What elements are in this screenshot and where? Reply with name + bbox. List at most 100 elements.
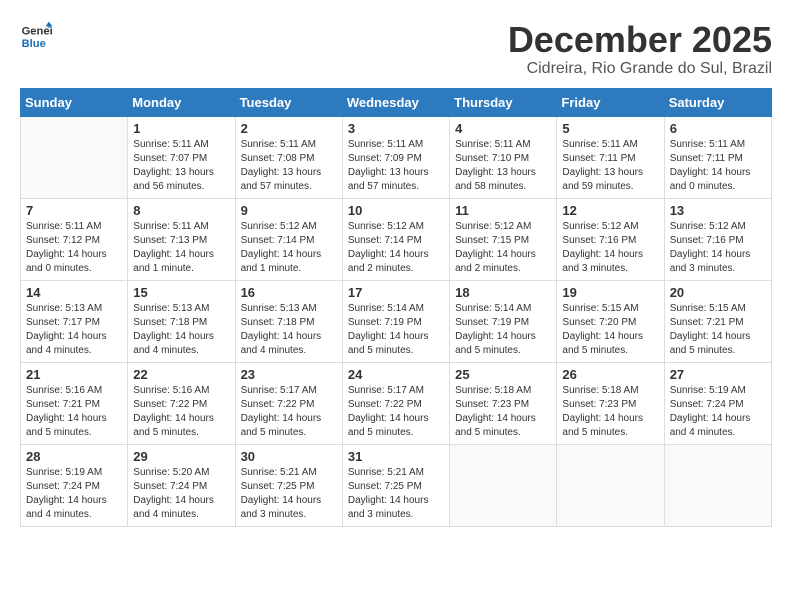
- day-info: Sunrise: 5:13 AM Sunset: 7:18 PM Dayligh…: [133, 302, 229, 358]
- weekday-header-saturday: Saturday: [664, 88, 771, 116]
- calendar-day-cell: 4 Sunrise: 5:11 AM Sunset: 7:10 PM Daylig…: [450, 116, 557, 198]
- calendar-day-cell: 7Sunrise: 5:11 AM Sunset: 7:12 PM Daylig…: [21, 198, 128, 280]
- day-number: 17: [348, 285, 444, 300]
- day-number: 15: [133, 285, 229, 300]
- day-number: 23: [241, 367, 337, 382]
- day-info: Sunrise: 5:11 AM Sunset: 7:11 PM Dayligh…: [562, 138, 658, 194]
- day-number: 9: [241, 203, 337, 218]
- day-info: Sunrise: 5:12 AM Sunset: 7:16 PM Dayligh…: [670, 220, 766, 276]
- calendar-day-cell: [21, 116, 128, 198]
- day-info: Sunrise: 5:19 AM Sunset: 7:24 PM Dayligh…: [670, 384, 766, 440]
- calendar-day-cell: 27 Sunrise: 5:19 AM Sunset: 7:24 PM Dayli…: [664, 362, 771, 444]
- month-title: December 2025: [508, 20, 772, 60]
- weekday-header-wednesday: Wednesday: [342, 88, 449, 116]
- day-number: 27: [670, 367, 766, 382]
- calendar-day-cell: 22 Sunrise: 5:16 AM Sunset: 7:22 PM Dayli…: [128, 362, 235, 444]
- day-number: 12: [562, 203, 658, 218]
- calendar-week-row: 28 Sunrise: 5:19 AM Sunset: 7:24 PM Dayli…: [21, 444, 772, 526]
- location-title: Cidreira, Rio Grande do Sul, Brazil: [508, 60, 772, 78]
- day-number: 29: [133, 449, 229, 464]
- day-number: 22: [133, 367, 229, 382]
- day-number: 28: [26, 449, 122, 464]
- calendar-day-cell: 13Sunrise: 5:12 AM Sunset: 7:16 PM Dayli…: [664, 198, 771, 280]
- calendar-day-cell: 20 Sunrise: 5:15 AM Sunset: 7:21 PM Dayli…: [664, 280, 771, 362]
- calendar-week-row: 1 Sunrise: 5:11 AM Sunset: 7:07 PM Daylig…: [21, 116, 772, 198]
- day-number: 19: [562, 285, 658, 300]
- calendar-day-cell: 5 Sunrise: 5:11 AM Sunset: 7:11 PM Daylig…: [557, 116, 664, 198]
- day-info: Sunrise: 5:21 AM Sunset: 7:25 PM Dayligh…: [348, 466, 444, 522]
- day-number: 25: [455, 367, 551, 382]
- day-number: 20: [670, 285, 766, 300]
- calendar-day-cell: 16Sunrise: 5:13 AM Sunset: 7:18 PM Dayli…: [235, 280, 342, 362]
- day-info: Sunrise: 5:18 AM Sunset: 7:23 PM Dayligh…: [562, 384, 658, 440]
- day-info: Sunrise: 5:20 AM Sunset: 7:24 PM Dayligh…: [133, 466, 229, 522]
- svg-text:General: General: [22, 25, 52, 37]
- calendar-table: SundayMondayTuesdayWednesdayThursdayFrid…: [20, 88, 772, 527]
- day-number: 24: [348, 367, 444, 382]
- day-info: Sunrise: 5:15 AM Sunset: 7:21 PM Dayligh…: [670, 302, 766, 358]
- day-number: 2: [241, 121, 337, 136]
- page-header: General Blue December 2025 Cidreira, Rio…: [20, 20, 772, 78]
- calendar-day-cell: 25 Sunrise: 5:18 AM Sunset: 7:23 PM Dayli…: [450, 362, 557, 444]
- calendar-day-cell: 14 Sunrise: 5:13 AM Sunset: 7:17 PM Dayli…: [21, 280, 128, 362]
- calendar-week-row: 14 Sunrise: 5:13 AM Sunset: 7:17 PM Dayli…: [21, 280, 772, 362]
- logo-icon: General Blue: [20, 20, 52, 52]
- weekday-header-tuesday: Tuesday: [235, 88, 342, 116]
- day-info: Sunrise: 5:11 AM Sunset: 7:07 PM Dayligh…: [133, 138, 229, 194]
- day-number: 30: [241, 449, 337, 464]
- logo: General Blue: [20, 20, 52, 52]
- day-info: Sunrise: 5:11 AM Sunset: 7:13 PM Dayligh…: [133, 220, 229, 276]
- calendar-day-cell: 18 Sunrise: 5:14 AM Sunset: 7:19 PM Dayli…: [450, 280, 557, 362]
- calendar-day-cell: 6Sunrise: 5:11 AM Sunset: 7:11 PM Daylig…: [664, 116, 771, 198]
- calendar-day-cell: 31 Sunrise: 5:21 AM Sunset: 7:25 PM Dayli…: [342, 444, 449, 526]
- day-number: 3: [348, 121, 444, 136]
- calendar-week-row: 7Sunrise: 5:11 AM Sunset: 7:12 PM Daylig…: [21, 198, 772, 280]
- calendar-day-cell: 11Sunrise: 5:12 AM Sunset: 7:15 PM Dayli…: [450, 198, 557, 280]
- calendar-day-cell: 1 Sunrise: 5:11 AM Sunset: 7:07 PM Daylig…: [128, 116, 235, 198]
- day-number: 4: [455, 121, 551, 136]
- day-number: 6: [670, 121, 766, 136]
- day-number: 10: [348, 203, 444, 218]
- day-info: Sunrise: 5:14 AM Sunset: 7:19 PM Dayligh…: [455, 302, 551, 358]
- calendar-week-row: 21Sunrise: 5:16 AM Sunset: 7:21 PM Dayli…: [21, 362, 772, 444]
- day-info: Sunrise: 5:18 AM Sunset: 7:23 PM Dayligh…: [455, 384, 551, 440]
- calendar-day-cell: 15 Sunrise: 5:13 AM Sunset: 7:18 PM Dayli…: [128, 280, 235, 362]
- weekday-header-sunday: Sunday: [21, 88, 128, 116]
- day-info: Sunrise: 5:19 AM Sunset: 7:24 PM Dayligh…: [26, 466, 122, 522]
- calendar-day-cell: [450, 444, 557, 526]
- day-info: Sunrise: 5:12 AM Sunset: 7:16 PM Dayligh…: [562, 220, 658, 276]
- weekday-header-thursday: Thursday: [450, 88, 557, 116]
- day-info: Sunrise: 5:21 AM Sunset: 7:25 PM Dayligh…: [241, 466, 337, 522]
- day-info: Sunrise: 5:12 AM Sunset: 7:14 PM Dayligh…: [348, 220, 444, 276]
- calendar-day-cell: 21Sunrise: 5:16 AM Sunset: 7:21 PM Dayli…: [21, 362, 128, 444]
- calendar-day-cell: 12 Sunrise: 5:12 AM Sunset: 7:16 PM Dayli…: [557, 198, 664, 280]
- calendar-day-cell: 23 Sunrise: 5:17 AM Sunset: 7:22 PM Dayli…: [235, 362, 342, 444]
- day-info: Sunrise: 5:11 AM Sunset: 7:10 PM Dayligh…: [455, 138, 551, 194]
- day-number: 1: [133, 121, 229, 136]
- calendar-day-cell: 29 Sunrise: 5:20 AM Sunset: 7:24 PM Dayli…: [128, 444, 235, 526]
- day-number: 21: [26, 367, 122, 382]
- day-info: Sunrise: 5:11 AM Sunset: 7:12 PM Dayligh…: [26, 220, 122, 276]
- day-number: 11: [455, 203, 551, 218]
- day-number: 5: [562, 121, 658, 136]
- calendar-day-cell: 3Sunrise: 5:11 AM Sunset: 7:09 PM Daylig…: [342, 116, 449, 198]
- day-info: Sunrise: 5:17 AM Sunset: 7:22 PM Dayligh…: [348, 384, 444, 440]
- calendar-day-cell: [557, 444, 664, 526]
- calendar-day-cell: 30 Sunrise: 5:21 AM Sunset: 7:25 PM Dayli…: [235, 444, 342, 526]
- weekday-header-friday: Friday: [557, 88, 664, 116]
- day-info: Sunrise: 5:13 AM Sunset: 7:17 PM Dayligh…: [26, 302, 122, 358]
- calendar-day-cell: 10 Sunrise: 5:12 AM Sunset: 7:14 PM Dayli…: [342, 198, 449, 280]
- day-number: 31: [348, 449, 444, 464]
- day-number: 16: [241, 285, 337, 300]
- day-number: 18: [455, 285, 551, 300]
- day-number: 14: [26, 285, 122, 300]
- weekday-header-row: SundayMondayTuesdayWednesdayThursdayFrid…: [21, 88, 772, 116]
- day-number: 26: [562, 367, 658, 382]
- calendar-day-cell: 19Sunrise: 5:15 AM Sunset: 7:20 PM Dayli…: [557, 280, 664, 362]
- calendar-day-cell: 17Sunrise: 5:14 AM Sunset: 7:19 PM Dayli…: [342, 280, 449, 362]
- calendar-day-cell: 24 Sunrise: 5:17 AM Sunset: 7:22 PM Dayli…: [342, 362, 449, 444]
- day-number: 8: [133, 203, 229, 218]
- day-info: Sunrise: 5:17 AM Sunset: 7:22 PM Dayligh…: [241, 384, 337, 440]
- day-info: Sunrise: 5:16 AM Sunset: 7:22 PM Dayligh…: [133, 384, 229, 440]
- weekday-header-monday: Monday: [128, 88, 235, 116]
